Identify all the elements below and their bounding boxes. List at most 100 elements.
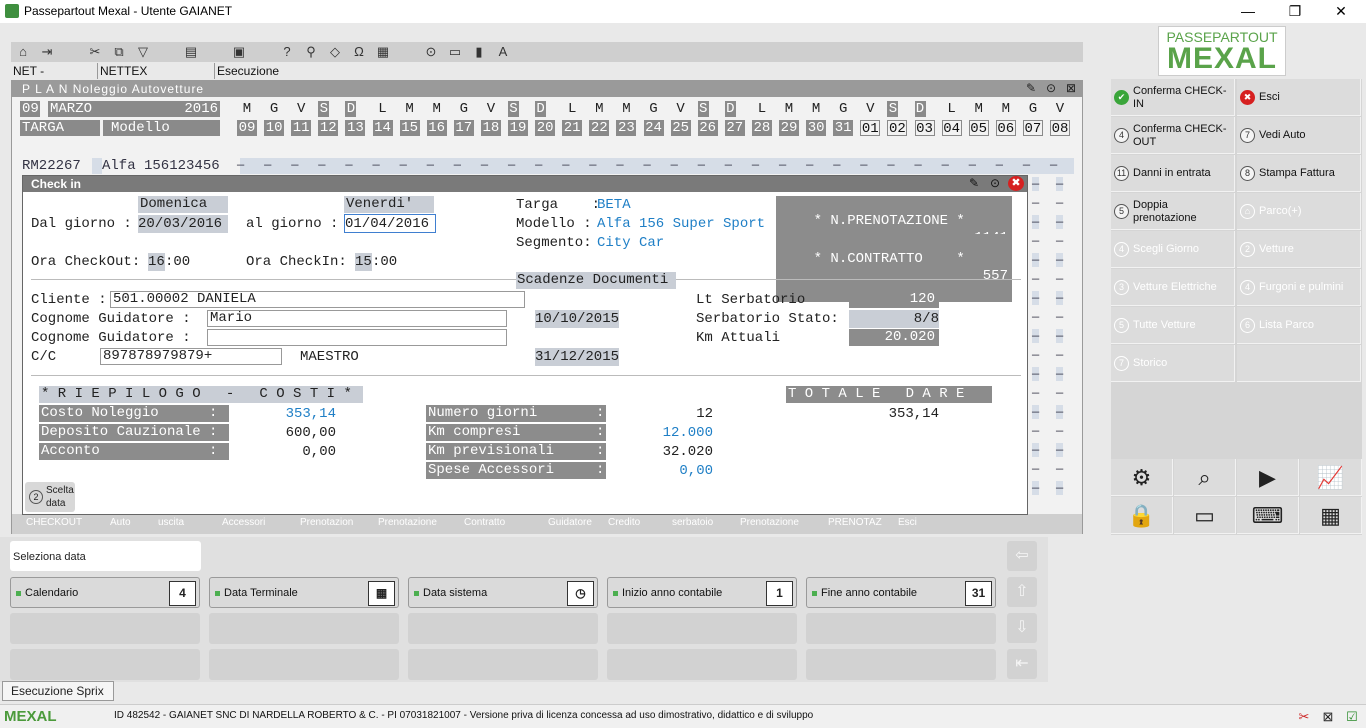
restore-icon[interactable]: ⊙ [1046, 81, 1056, 95]
down-arrow-icon[interactable]: ⇩ [1007, 613, 1037, 643]
plan-cell[interactable]: — [1032, 329, 1040, 343]
pin-icon[interactable]: ✎ [969, 176, 979, 190]
pin-icon[interactable]: ✎ [1026, 81, 1036, 95]
al-date-field[interactable]: 01/04/2016 [344, 214, 436, 233]
plan-cell[interactable]: — [1032, 234, 1039, 248]
plan-cell[interactable]: — [1032, 272, 1039, 286]
day-label[interactable]: 23 [616, 120, 637, 136]
breadcrumb-program[interactable]: Esecuzione Sprix [214, 63, 282, 94]
maximize-button[interactable]: ❐ [1275, 2, 1315, 20]
day-label[interactable]: 02 [887, 120, 908, 137]
tab-esecuzione-sprix[interactable]: Esecuzione Sprix [2, 681, 114, 701]
sprix-function-button[interactable]: Data sistema ◷ [408, 577, 598, 608]
plan-cell[interactable]: — [1056, 310, 1063, 324]
day-label[interactable]: 25 [670, 120, 691, 136]
scelta-data-button[interactable]: 2 Scelta data [25, 482, 75, 512]
plan-cell[interactable]: — [1023, 158, 1030, 172]
panel-button[interactable]: 5 Doppia prenotazione [1111, 193, 1235, 230]
plan-cell[interactable]: — [535, 158, 542, 172]
panel-button[interactable]: 7 Vedi Auto [1237, 117, 1361, 154]
record-icon[interactable]: ⊙ [423, 44, 439, 60]
plan-close-icon[interactable]: ⊠ [1066, 81, 1076, 95]
plan-footer-button[interactable]: CHECKOUT [26, 517, 82, 528]
home-icon[interactable]: ⌂ [15, 44, 31, 60]
plan-footer-button[interactable]: Esci [898, 517, 917, 528]
plan-cell[interactable]: — [969, 158, 976, 172]
day-label[interactable]: 29 [779, 120, 799, 136]
plan-cell[interactable]: — [1056, 348, 1063, 362]
day-label[interactable]: 20 [535, 120, 556, 136]
plan-cell[interactable]: — [291, 158, 298, 172]
plan-cell[interactable]: — [1056, 386, 1063, 400]
plan-footer-button[interactable]: serbatoio [672, 517, 713, 528]
plan-cell[interactable]: — [1032, 462, 1039, 476]
plan-cell[interactable]: — [1056, 367, 1064, 381]
plan-cell[interactable]: — [1056, 253, 1064, 267]
plan-footer-button[interactable]: Prenotazione [740, 517, 799, 528]
plan-cell[interactable]: — [1032, 405, 1040, 419]
checkout-hour-field[interactable]: 16 [148, 253, 165, 271]
plan-cell[interactable]: — [1056, 234, 1063, 248]
sprix-function-button[interactable]: Inizio anno contabile 1 [607, 577, 797, 608]
up-arrow-icon[interactable]: ⇧ [1007, 577, 1037, 607]
panel-button[interactable]: ✖ Esci [1237, 79, 1361, 116]
plan-cell[interactable]: — [1056, 443, 1064, 457]
day-label[interactable]: 31 [833, 120, 854, 136]
plan-footer-button[interactable]: uscita [158, 517, 184, 528]
screen-icon[interactable]: ▭ [447, 44, 463, 60]
plan-cell[interactable]: — [698, 158, 705, 172]
exit-icon[interactable]: ⇥ [39, 44, 55, 60]
restore-icon[interactable]: ⊙ [990, 176, 1000, 190]
breadcrumb-company[interactable]: NET - 09/03/16 [11, 63, 62, 94]
plan-cell[interactable]: — [779, 158, 786, 172]
close-dialog-icon[interactable]: ✖ [1008, 176, 1024, 191]
plan-cell[interactable]: — [1032, 291, 1040, 305]
day-label[interactable]: 22 [589, 120, 610, 136]
plan-footer-button[interactable]: Credito [608, 517, 640, 528]
card-icon[interactable]: ▭ [1174, 497, 1236, 534]
plan-cell[interactable]: — [671, 158, 678, 172]
plan-cell[interactable]: — [345, 158, 352, 172]
plan-cell[interactable]: — [1032, 310, 1039, 324]
plan-cell[interactable]: — [1056, 462, 1063, 476]
day-label[interactable]: 09 [237, 120, 257, 136]
plan-cell[interactable]: — [481, 158, 488, 172]
plan-cell[interactable]: — [1032, 443, 1040, 457]
omega-icon[interactable]: Ω [351, 44, 367, 60]
print-icon[interactable]: ▤ [183, 44, 199, 60]
panel-button[interactable]: ✔ Conferma CHECK-IN [1111, 79, 1235, 116]
day-label[interactable]: 27 [724, 120, 745, 136]
plan-cell[interactable]: — [1032, 196, 1039, 210]
plan-cell[interactable]: — [1032, 348, 1039, 362]
seleziona-data-tab[interactable]: Seleziona data [10, 541, 201, 571]
plan-footer-button[interactable]: Prenotazion [300, 517, 353, 528]
sprix-function-button[interactable]: Fine anno contabile 31 [806, 577, 996, 608]
plan-footer-button[interactable]: Prenotazione [378, 517, 437, 528]
lock-doc-icon[interactable]: 🔒 [1111, 497, 1173, 534]
video-icon[interactable]: ▶ [1237, 459, 1299, 496]
sprix-function-button[interactable]: Data Terminale ▦ [209, 577, 399, 608]
plan-cell[interactable]: — [1056, 329, 1064, 343]
day-label[interactable]: 13 [345, 120, 366, 136]
close-window-button[interactable]: ✕ [1321, 2, 1361, 20]
day-label[interactable]: 10 [264, 120, 285, 136]
day-label[interactable]: 07 [1022, 120, 1043, 137]
checkbox-icon[interactable]: ☑ [1344, 709, 1360, 725]
day-label[interactable]: 24 [643, 120, 664, 136]
plan-cell[interactable]: — [1032, 424, 1039, 438]
day-label[interactable]: 06 [995, 120, 1016, 137]
day-label[interactable]: 18 [480, 120, 501, 136]
plan-cell[interactable]: — [1032, 177, 1040, 191]
day-label[interactable]: 11 [291, 120, 312, 136]
grid-icon[interactable]: ▦ [1300, 497, 1362, 534]
plan-cell[interactable]: — [887, 158, 894, 172]
plan-cell[interactable]: — [1050, 158, 1057, 172]
plan-cell[interactable]: — [508, 158, 515, 172]
plan-cell[interactable]: — [942, 158, 949, 172]
panel-icon[interactable]: ▮ [471, 44, 487, 60]
plan-cell[interactable]: — [915, 158, 922, 172]
panel-button[interactable]: 8 Stampa Fattura [1237, 155, 1361, 192]
plan-cell[interactable]: — [454, 158, 461, 172]
first-page-icon[interactable]: ⇤ [1007, 649, 1037, 679]
day-label[interactable]: 01 [860, 120, 881, 137]
